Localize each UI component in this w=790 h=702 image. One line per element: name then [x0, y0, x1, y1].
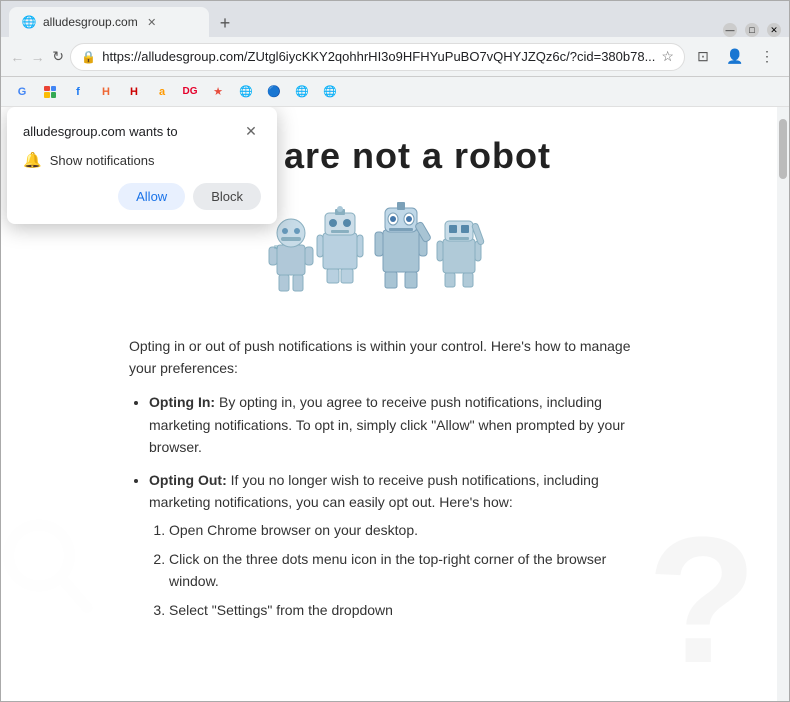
lock-icon: 🔒	[81, 50, 96, 64]
bookmark-favicon-ms	[43, 85, 57, 99]
robots-image	[259, 195, 519, 315]
main-area: alludesgroup.com wants to ✕ 🔔 Show notif…	[1, 107, 789, 701]
bookmark-favicon-h1: H	[99, 85, 113, 99]
popup-notification-text: Show notifications	[50, 153, 155, 168]
popup-header: alludesgroup.com wants to ✕	[23, 121, 261, 141]
bookmark-favicon-h2: H	[127, 85, 141, 99]
intro-paragraph: Opting in or out of push notifications i…	[129, 335, 649, 380]
opting-out-label: Opting Out:	[149, 472, 227, 488]
toolbar-icons: ⊡ 👤 ⋮	[689, 43, 781, 71]
body-text-section: Opting in or out of push notifications i…	[129, 335, 649, 621]
opting-in-body: By opting in, you agree to receive push …	[149, 394, 625, 455]
list-item-opting-in-text: Opting In: By opting in, you agree to re…	[149, 394, 625, 455]
tab-bar: 🌐 alludesgroup.com ✕ + — □ ✕	[1, 1, 789, 37]
back-button[interactable]: ←	[9, 43, 25, 71]
bookmark-item-w2[interactable]: 🔵	[261, 83, 287, 101]
list-item-opting-out-text: Opting Out: If you no longer wish to rec…	[149, 472, 599, 510]
bookmark-item-w1[interactable]: 🌐	[233, 83, 259, 101]
address-bar-row: ← → ↻ 🔒 https://alludesgroup.com/ZUtgl6i…	[1, 37, 789, 77]
window-controls: — □ ✕	[723, 23, 781, 37]
scrollbar-track	[779, 109, 787, 699]
bookmark-item-h2[interactable]: H	[121, 83, 147, 101]
popup-notification-row: 🔔 Show notifications	[23, 151, 261, 169]
step-2: Click on the three dots menu icon in the…	[169, 548, 649, 593]
scrollbar-thumb[interactable]	[779, 119, 787, 179]
bookmark-bar: G f H H	[1, 77, 789, 107]
bookmark-item-w4[interactable]: 🌐	[317, 83, 343, 101]
profile-icon[interactable]: 👤	[721, 43, 749, 71]
tab-favicon-icon: 🌐	[21, 14, 37, 30]
bookmark-item-g[interactable]: G	[9, 83, 35, 101]
reload-button[interactable]: ↻	[50, 43, 66, 71]
bookmark-favicon-w1: 🌐	[239, 85, 253, 99]
bookmark-favicon-w4: 🌐	[323, 85, 337, 99]
main-list: Opting In: By opting in, you agree to re…	[129, 391, 649, 621]
url-text: https://alludesgroup.com/ZUtgl6iycKKY2qo…	[102, 49, 655, 64]
bookmark-star-icon[interactable]: ☆	[661, 48, 674, 65]
allow-button[interactable]: Allow	[118, 183, 185, 210]
new-tab-button[interactable]: +	[211, 9, 239, 37]
forward-button[interactable]: →	[29, 43, 45, 71]
popup-buttons: Allow Block	[23, 183, 261, 210]
bookmark-item-ms[interactable]	[37, 83, 63, 101]
bookmark-favicon-dg: DG	[183, 85, 197, 99]
steps-list: Open Chrome browser on your desktop. Cli…	[149, 519, 649, 621]
block-button[interactable]: Block	[193, 183, 261, 210]
bookmark-favicon-w2: 🔵	[267, 85, 281, 99]
bookmark-favicon-star: ★	[211, 85, 225, 99]
step-3-text: Select "Settings" from the dropdown	[169, 602, 393, 618]
popup-title: alludesgroup.com wants to	[23, 124, 178, 139]
active-tab[interactable]: 🌐 alludesgroup.com ✕	[9, 7, 209, 37]
bookmark-item-a[interactable]: a	[149, 83, 175, 101]
list-item-opting-out: Opting Out: If you no longer wish to rec…	[149, 469, 649, 621]
bell-icon: 🔔	[23, 151, 42, 169]
robots-svg	[259, 195, 519, 315]
maximize-button[interactable]: □	[745, 23, 759, 37]
scrollbar[interactable]	[777, 107, 789, 701]
bookmark-favicon-fb: f	[71, 85, 85, 99]
bookmark-favicon-w3: 🌐	[295, 85, 309, 99]
bookmark-favicon-a: a	[155, 85, 169, 99]
address-input[interactable]: 🔒 https://alludesgroup.com/ZUtgl6iycKKY2…	[70, 43, 685, 71]
popup-close-button[interactable]: ✕	[241, 121, 261, 141]
step-3: Select "Settings" from the dropdown	[169, 599, 649, 621]
notification-popup: alludesgroup.com wants to ✕ 🔔 Show notif…	[7, 107, 277, 224]
bookmark-item-h1[interactable]: H	[93, 83, 119, 101]
step-1-text: Open Chrome browser on your desktop.	[169, 522, 418, 538]
reader-mode-icon[interactable]: ⊡	[689, 43, 717, 71]
bookmark-item-dg[interactable]: DG	[177, 83, 203, 101]
close-button[interactable]: ✕	[767, 23, 781, 37]
bookmark-item-star[interactable]: ★	[205, 83, 231, 101]
list-item-opting-in: Opting In: By opting in, you agree to re…	[149, 391, 649, 458]
page-content: alludesgroup.com wants to ✕ 🔔 Show notif…	[1, 107, 777, 701]
step-1: Open Chrome browser on your desktop.	[169, 519, 649, 541]
tab-close-button[interactable]: ✕	[144, 14, 160, 30]
opting-in-label: Opting In:	[149, 394, 215, 410]
bookmark-favicon-g: G	[15, 85, 29, 99]
bookmark-item-w3[interactable]: 🌐	[289, 83, 315, 101]
menu-icon[interactable]: ⋮	[753, 43, 781, 71]
bookmark-item-fb[interactable]: f	[65, 83, 91, 101]
tab-title: alludesgroup.com	[43, 15, 138, 29]
minimize-button[interactable]: —	[723, 23, 737, 37]
step-2-text: Click on the three dots menu icon in the…	[169, 551, 606, 589]
browser-window: 🌐 alludesgroup.com ✕ + — □ ✕ ← → ↻ 🔒 htt…	[0, 0, 790, 702]
